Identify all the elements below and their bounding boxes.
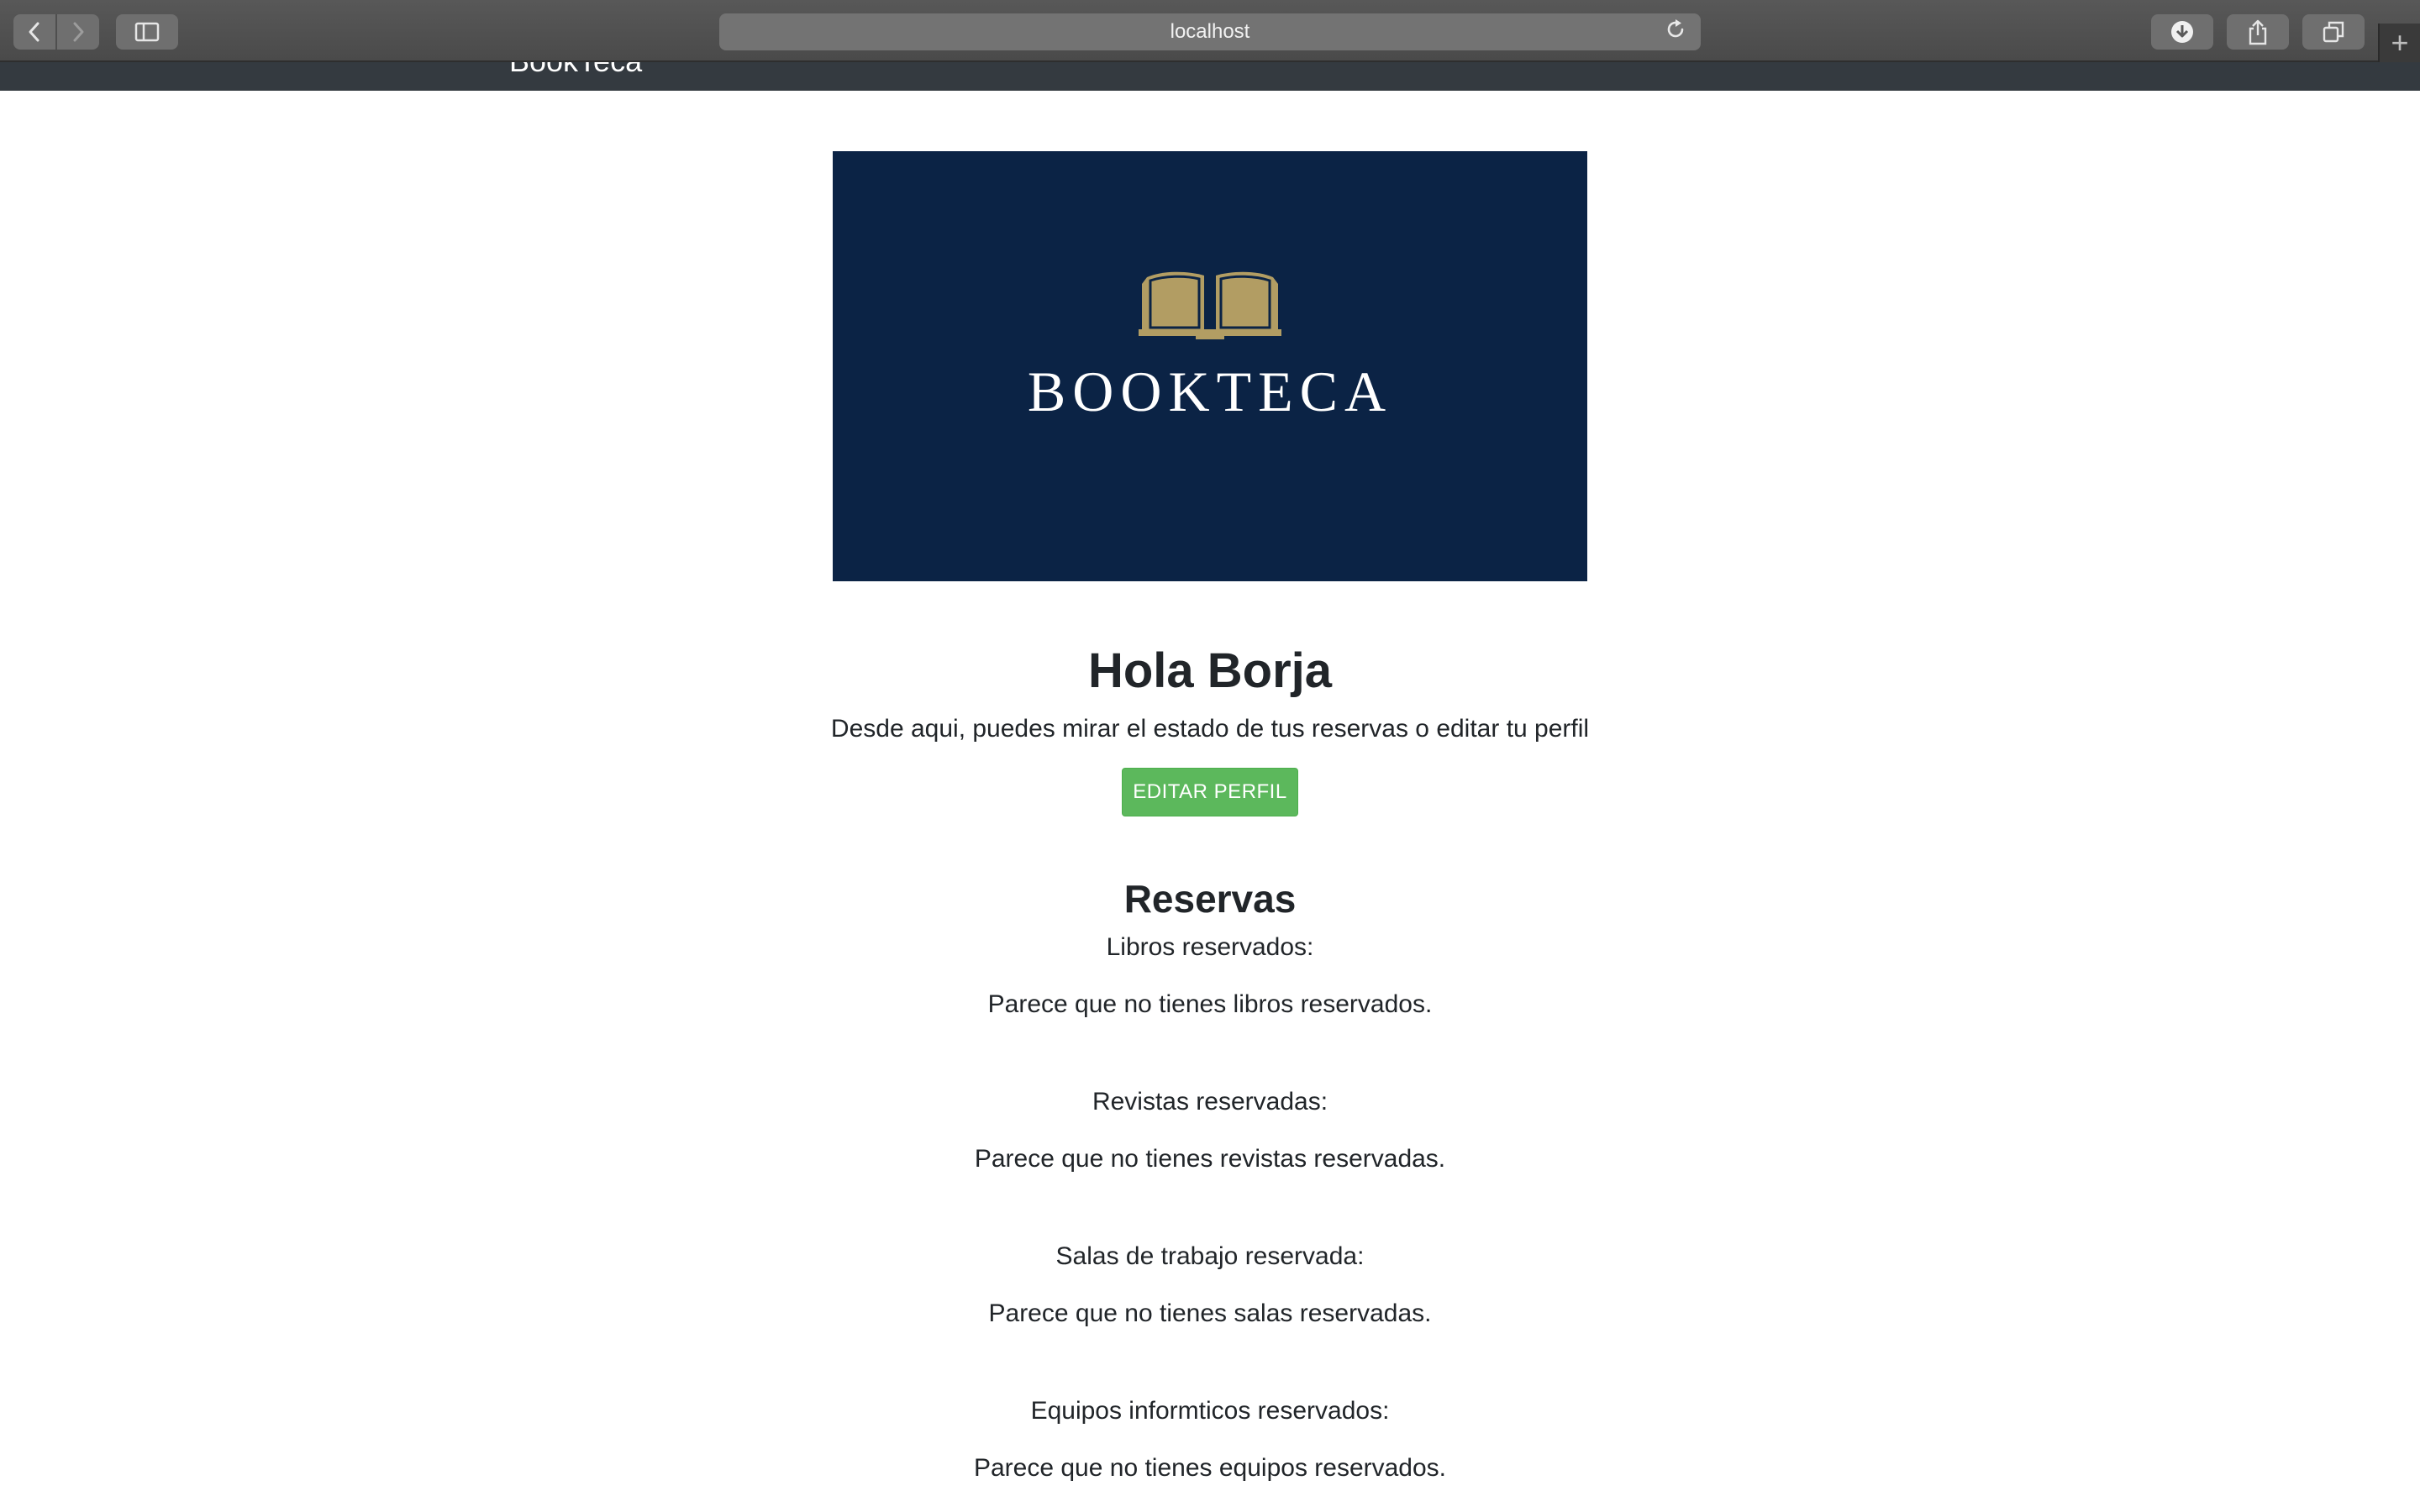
- forward-button[interactable]: [55, 14, 99, 50]
- browser-toolbar: localhost +: [0, 0, 2420, 62]
- edit-profile-button[interactable]: EDITAR PERFIL: [1122, 768, 1298, 816]
- banner-logo-text: BOOKTECA: [1027, 360, 1393, 423]
- bookteca-banner: BOOKTECA: [833, 151, 1587, 581]
- intro-text: Desde aqui, puedes mirar el estado de tu…: [830, 715, 1590, 743]
- chevron-left-icon: [29, 22, 39, 42]
- reload-button[interactable]: [1662, 18, 1689, 45]
- greeting-heading: Hola Borja: [1087, 643, 1333, 698]
- sidebar-icon: [134, 22, 160, 42]
- downloads-button[interactable]: [2151, 14, 2213, 50]
- reservations-heading: Reservas: [1123, 877, 1297, 921]
- back-button[interactable]: [13, 14, 55, 50]
- rooms-empty-message: Parece que no tienes salas reservadas.: [988, 1299, 1432, 1327]
- address-bar[interactable]: localhost: [719, 13, 1701, 50]
- rooms-reserved-label: Salas de trabajo reservada:: [1055, 1242, 1365, 1270]
- share-button[interactable]: [2227, 14, 2289, 50]
- equipment-empty-message: Parece que no tienes equipos reservados.: [973, 1454, 1447, 1482]
- site-navbar: BookTeca: [0, 62, 2420, 91]
- magazines-empty-message: Parece que no tienes revistas reservadas…: [974, 1145, 1446, 1173]
- plus-icon: +: [2391, 25, 2409, 60]
- magazines-reserved-label: Revistas reservadas:: [1092, 1088, 1328, 1116]
- books-empty-message: Parece que no tienes libros reservados.: [987, 990, 1433, 1018]
- url-text: localhost: [1170, 20, 1250, 43]
- share-icon: [2249, 19, 2267, 45]
- new-tab-button[interactable]: +: [2378, 24, 2420, 62]
- download-icon: [2171, 21, 2193, 43]
- reload-icon: [1667, 19, 1684, 38]
- tabs-overview-button[interactable]: [2302, 14, 2365, 50]
- books-reserved-label: Libros reservados:: [1106, 933, 1314, 961]
- history-nav: [13, 14, 99, 50]
- tabs-icon: [2323, 21, 2344, 43]
- open-book-icon: [1139, 271, 1281, 339]
- chevron-right-icon: [73, 22, 84, 42]
- navbar-brand[interactable]: BookTeca: [509, 62, 642, 79]
- equipment-reserved-label: Equipos informticos reservados:: [1030, 1397, 1390, 1425]
- sidebar-button[interactable]: [116, 14, 178, 50]
